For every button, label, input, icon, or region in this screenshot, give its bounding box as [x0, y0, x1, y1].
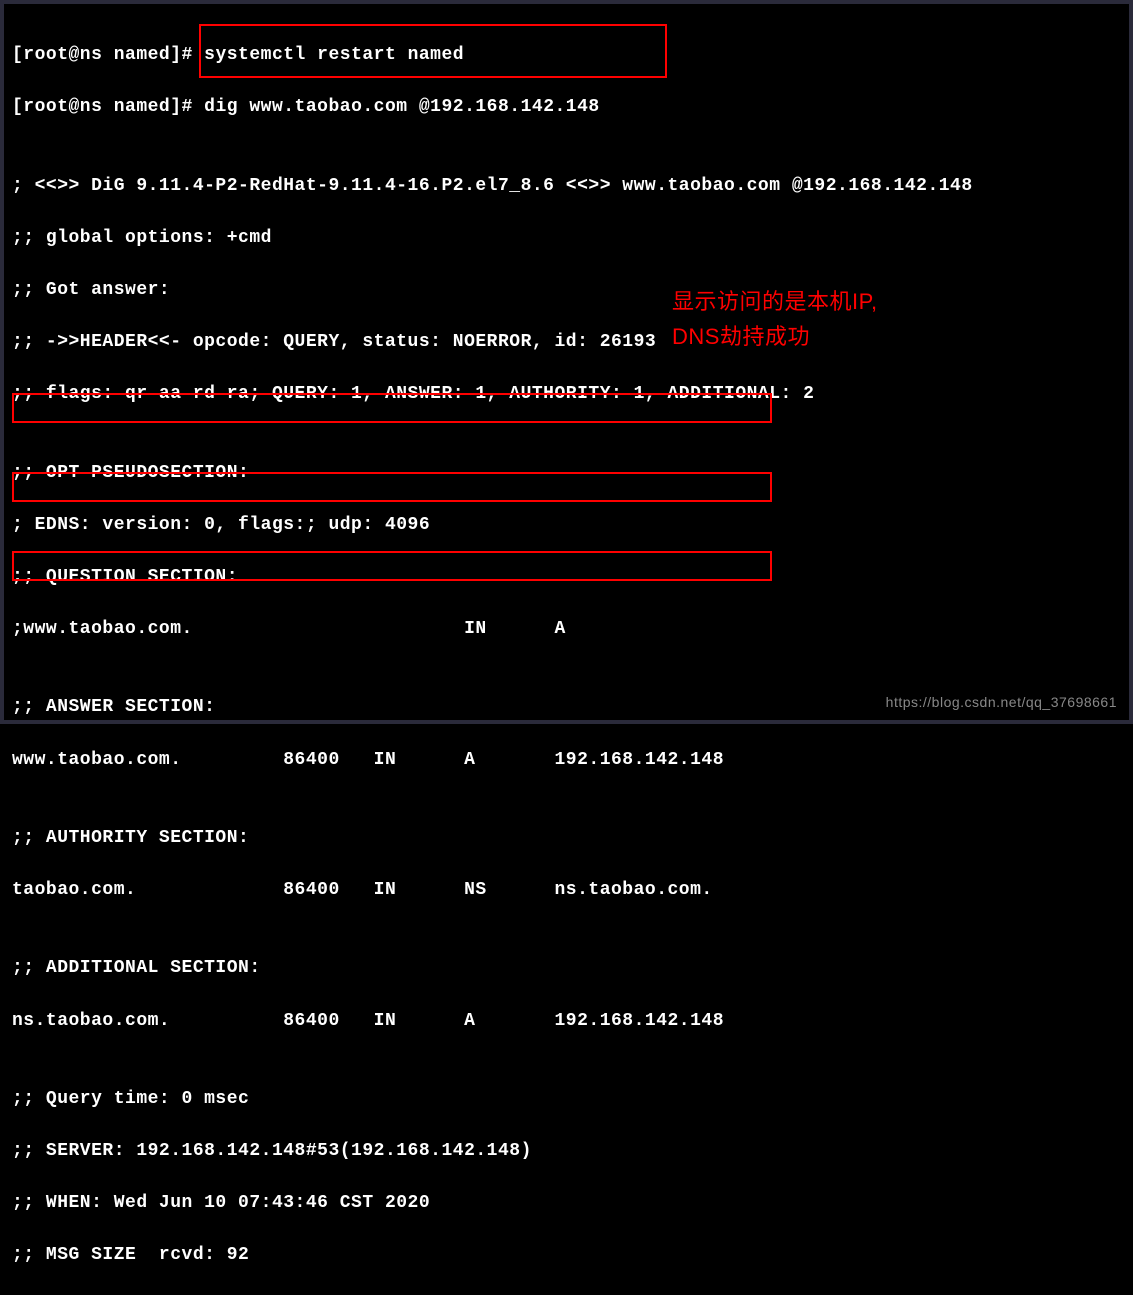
opt-pseudosection-header: ;; OPT PSEUDOSECTION: — [12, 460, 1121, 486]
watermark: https://blog.csdn.net/qq_37698661 — [886, 694, 1117, 710]
authority-record: taobao.com. 86400 IN NS ns.taobao.com. — [12, 877, 1121, 903]
flags-line: ;; flags: qr aa rd ra; QUERY: 1, ANSWER:… — [12, 381, 1121, 407]
prompt-line-2: [root@ns named]# dig www.taobao.com @192… — [12, 94, 1121, 120]
additional-record: ns.taobao.com. 86400 IN A 192.168.142.14… — [12, 1008, 1121, 1034]
authority-section-header: ;; AUTHORITY SECTION: — [12, 825, 1121, 851]
annotation-text: 显示访问的是本机IP, DNS劫持成功 — [672, 284, 878, 354]
answer-record: www.taobao.com. 86400 IN A 192.168.142.1… — [12, 747, 1121, 773]
server-line: ;; SERVER: 192.168.142.148#53(192.168.14… — [12, 1138, 1121, 1164]
prompt-line-1: [root@ns named]# systemctl restart named — [12, 42, 1121, 68]
edns-line: ; EDNS: version: 0, flags:; udp: 4096 — [12, 512, 1121, 538]
annotation-line-1: 显示访问的是本机IP, — [672, 289, 878, 314]
query-time: ;; Query time: 0 msec — [12, 1086, 1121, 1112]
global-options: ;; global options: +cmd — [12, 225, 1121, 251]
msg-size: ;; MSG SIZE rcvd: 92 — [12, 1242, 1121, 1268]
additional-section-header: ;; ADDITIONAL SECTION: — [12, 955, 1121, 981]
terminal-output[interactable]: [root@ns named]# systemctl restart named… — [12, 16, 1121, 1295]
command-2: dig www.taobao.com @192.168.142.148 — [204, 97, 600, 117]
when-line: ;; WHEN: Wed Jun 10 07:43:46 CST 2020 — [12, 1190, 1121, 1216]
shell-prompt: [root@ns named]# — [12, 97, 204, 117]
command-1: systemctl restart named — [204, 45, 464, 65]
shell-prompt: [root@ns named]# — [12, 45, 204, 65]
header-line: ;; ->>HEADER<<- opcode: QUERY, status: N… — [12, 329, 1121, 355]
question-section-header: ;; QUESTION SECTION: — [12, 564, 1121, 590]
question-record: ;www.taobao.com. IN A — [12, 616, 1121, 642]
annotation-line-2: DNS劫持成功 — [672, 324, 810, 349]
dig-version: ; <<>> DiG 9.11.4-P2-RedHat-9.11.4-16.P2… — [12, 173, 1121, 199]
got-answer: ;; Got answer: — [12, 277, 1121, 303]
